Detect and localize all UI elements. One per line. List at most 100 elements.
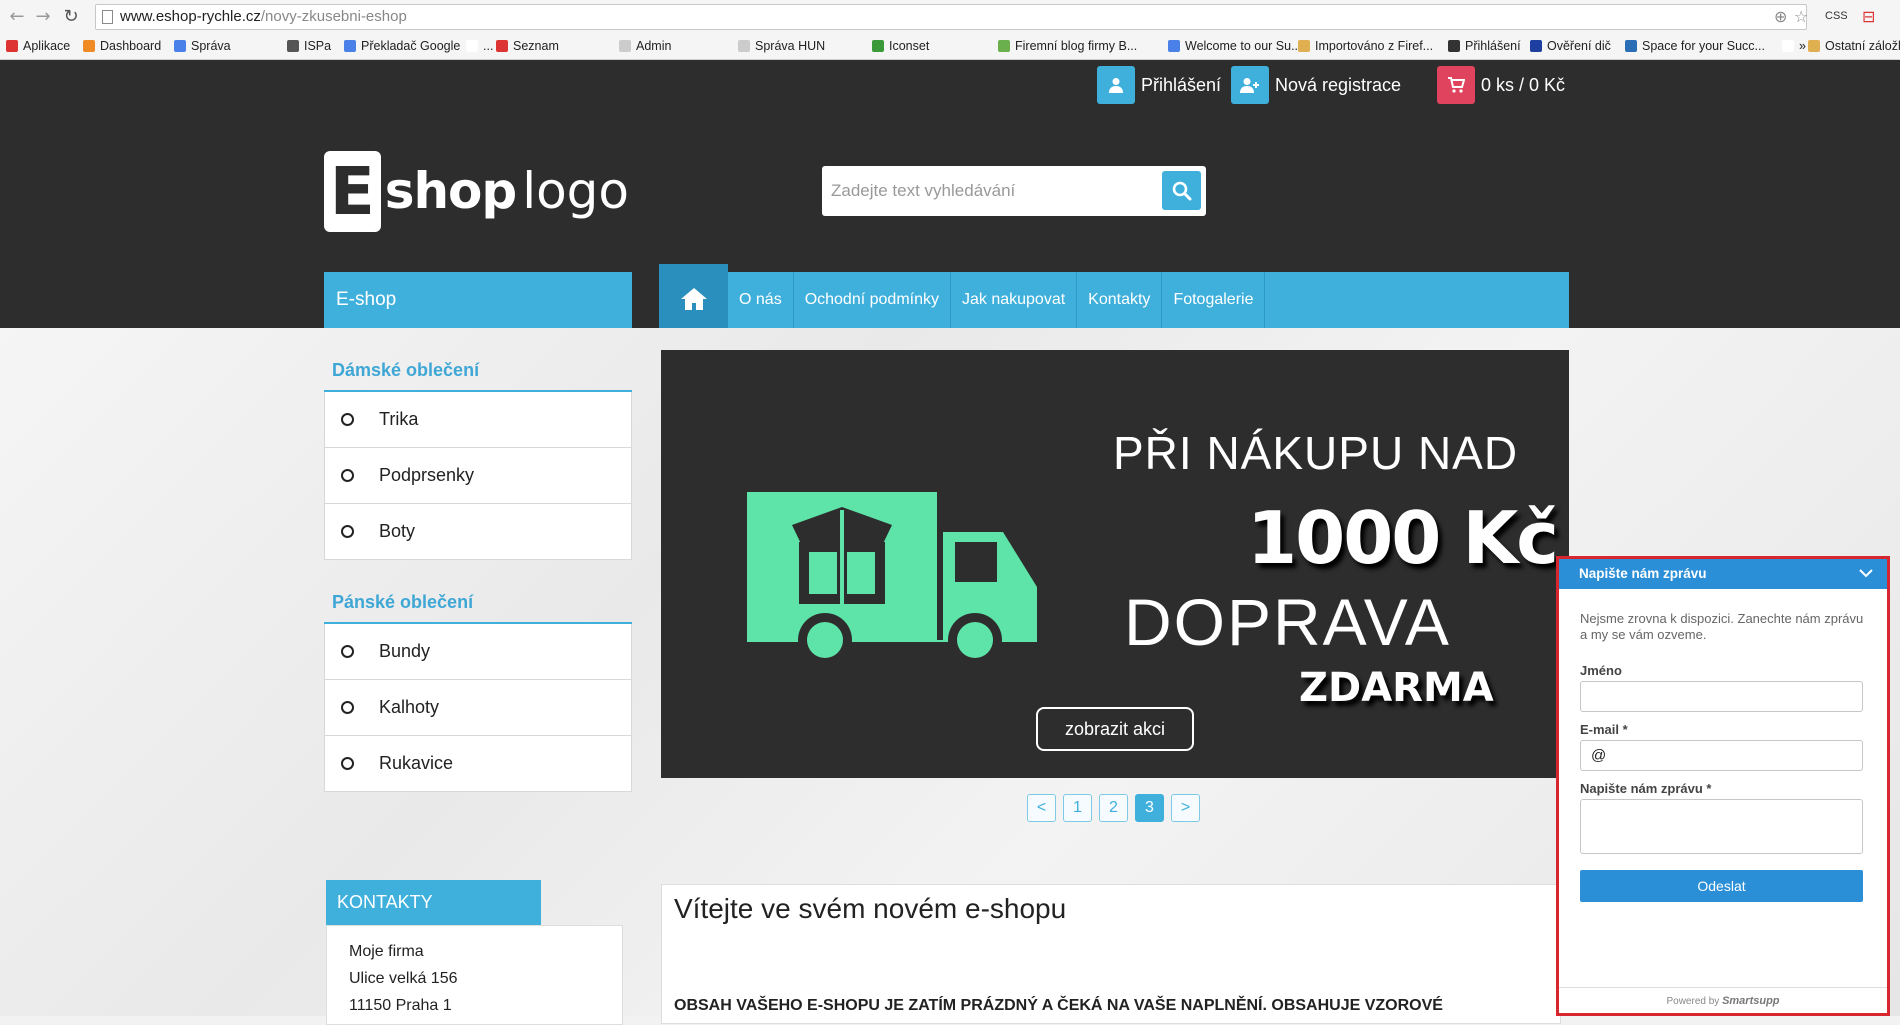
contacts-box: Moje firma Ulice velká 156 11150 Praha 1: [326, 925, 623, 1025]
sidebar-women-title[interactable]: Dámské oblečení: [324, 360, 632, 381]
contact-line: Moje firma: [349, 943, 424, 960]
bullet-icon: [341, 701, 354, 714]
chat-email-label: E-mail *: [1580, 722, 1628, 737]
bookmark-item[interactable]: Aplikace: [6, 37, 70, 55]
bookmark-item[interactable]: ...: [466, 37, 493, 55]
promo-banner[interactable]: PŘI NÁKUPU NAD 1000 Kč DOPRAVA ZDARMA zo…: [661, 350, 1569, 778]
welcome-title: Vítejte ve svém novém e-shopu: [674, 893, 1067, 924]
nav-item-jak-nakupovat[interactable]: Jak nakupovat: [951, 272, 1078, 328]
pager-page-3[interactable]: 3: [1135, 794, 1164, 822]
search-input[interactable]: [822, 166, 1152, 216]
forward-icon[interactable]: →: [32, 6, 54, 28]
bookmark-label: Seznam: [513, 39, 559, 53]
extension-icon[interactable]: ⊟: [1862, 7, 1875, 26]
back-icon[interactable]: ←: [6, 6, 28, 28]
bookmark-label: Importováno z Firef...: [1315, 39, 1434, 53]
bookmark-label: Správa HUN: [755, 39, 826, 53]
pager-page-2[interactable]: 2: [1099, 794, 1128, 822]
bookmark-item[interactable]: Admin: [619, 37, 671, 55]
banner-line-2: 1000 Kč: [1247, 496, 1559, 580]
bookmark-item[interactable]: Dashboard: [83, 37, 161, 55]
logo-letter: E: [324, 150, 381, 232]
chat-widget: Napište nám zprávu Nejsme zrovna k dispo…: [1556, 556, 1890, 1016]
chat-header[interactable]: Napište nám zprávu: [1559, 559, 1887, 589]
bookmark-icon: [1625, 40, 1637, 52]
nav-item-fotogalerie[interactable]: Fotogalerie: [1162, 272, 1266, 328]
chat-title: Napište nám zprávu: [1579, 566, 1707, 581]
chat-name-label: Jméno: [1580, 663, 1622, 678]
login-link[interactable]: Přihlášení: [1097, 66, 1221, 104]
bookmark-item[interactable]: Seznam: [496, 37, 559, 55]
pager-prev-button[interactable]: <: [1027, 794, 1056, 822]
bookmark-icon: [466, 40, 478, 52]
bookmark-item[interactable]: Ověření dič: [1530, 37, 1611, 55]
sidebar-item-bundy[interactable]: Bundy: [324, 624, 632, 680]
register-link[interactable]: Nová registrace: [1231, 66, 1401, 104]
sidebar-item-podprsenky[interactable]: Podprsenky: [324, 448, 632, 504]
bookmark-icon: [6, 40, 18, 52]
nav-item-o-nas[interactable]: O nás: [728, 272, 794, 328]
bookmark-item[interactable]: ISPa: [287, 37, 331, 55]
bookmark-item[interactable]: Welcome to our Su...: [1168, 37, 1302, 55]
bookmark-item[interactable]: Space for your Succ...: [1625, 37, 1765, 55]
bookmark-label: Firemní blog firmy B...: [1015, 39, 1138, 53]
sidebar-item-label: Trika: [379, 409, 419, 429]
chevron-down-icon[interactable]: [1857, 564, 1875, 582]
chat-send-button[interactable]: Odeslat: [1580, 870, 1863, 902]
pager-next-button[interactable]: >: [1171, 794, 1200, 822]
cart-summary: 0 ks / 0 Kč: [1481, 74, 1566, 95]
css-extension-button[interactable]: CSS: [1825, 10, 1848, 22]
page-icon: [102, 10, 113, 24]
nav-items: O nás Ochodní podmínky Jak nakupovat Kon…: [728, 272, 1266, 328]
chat-name-field[interactable]: [1580, 681, 1863, 712]
bookmark-label: Aplikace: [23, 39, 71, 53]
bookmark-item[interactable]: Importováno z Firef...: [1298, 37, 1433, 55]
logo-logo-text: logo: [522, 162, 629, 220]
cart-link[interactable]: 0 ks / 0 Kč: [1437, 66, 1565, 104]
home-button[interactable]: [659, 264, 728, 334]
bookmark-star-icon[interactable]: ☆: [1794, 7, 1808, 26]
chat-message-field[interactable]: [1580, 799, 1863, 854]
bookmark-item[interactable]: Správa: [174, 37, 231, 55]
bookmark-icon: [1168, 40, 1180, 52]
sidebar-item-boty[interactable]: Boty: [324, 504, 632, 560]
sidebar-men-list: Bundy Kalhoty Rukavice: [324, 622, 632, 792]
sidebar-item-trika[interactable]: Trika: [324, 392, 632, 448]
category-menu-title[interactable]: E-shop: [324, 272, 632, 328]
bookmark-item[interactable]: Iconset: [872, 37, 929, 55]
sidebar-item-kalhoty[interactable]: Kalhoty: [324, 680, 632, 736]
bookmark-icon: [1530, 40, 1542, 52]
address-bar[interactable]: www.eshop-rychle.cz/novy-zkusebni-eshop: [95, 4, 1807, 30]
banner-pager: < 1 2 3 >: [1027, 794, 1207, 822]
site-logo[interactable]: E shop logo: [324, 150, 629, 232]
sidebar-item-rukavice[interactable]: Rukavice: [324, 736, 632, 792]
bookmark-item[interactable]: Ostatní záložky: [1808, 37, 1900, 55]
bookmark-item[interactable]: »: [1782, 37, 1806, 55]
nav-item-obchodni-podminky[interactable]: Ochodní podmínky: [794, 272, 951, 328]
bookmark-label: Ostatní záložky: [1825, 39, 1900, 53]
pager-page-1[interactable]: 1: [1063, 794, 1092, 822]
bookmark-label: Welcome to our Su...: [1185, 39, 1302, 53]
sidebar-men-title[interactable]: Pánské oblečení: [324, 592, 632, 613]
chat-email-field[interactable]: @: [1580, 740, 1863, 771]
bookmark-label: Space for your Succ...: [1642, 39, 1765, 53]
bookmark-item[interactable]: Překladač Google: [344, 37, 460, 55]
bookmark-label: Admin: [636, 39, 672, 53]
bookmark-icon: [174, 40, 186, 52]
zoom-icon[interactable]: ⊕: [1774, 7, 1787, 26]
bookmark-label: Ověření dič: [1547, 39, 1611, 53]
search-button[interactable]: [1162, 171, 1201, 210]
bookmark-item[interactable]: Přihlášení: [1448, 37, 1521, 55]
bookmark-icon: [1448, 40, 1460, 52]
bookmark-icon: [344, 40, 356, 52]
user-plus-icon: [1231, 66, 1269, 104]
bookmark-item[interactable]: Správa HUN: [738, 37, 825, 55]
bookmark-icon: [1298, 40, 1310, 52]
nav-item-kontakty[interactable]: Kontakty: [1077, 272, 1163, 328]
bookmark-item[interactable]: Firemní blog firmy B...: [998, 37, 1137, 55]
welcome-section: Vítejte ve svém novém e-shopu OBSAH VAŠE…: [661, 884, 1561, 1024]
show-promo-button[interactable]: zobrazit akci: [1036, 707, 1194, 751]
smartsupp-brand[interactable]: Smartsupp: [1722, 995, 1779, 1007]
reload-icon[interactable]: ↻: [60, 6, 82, 28]
sidebar-item-label: Kalhoty: [379, 697, 440, 717]
